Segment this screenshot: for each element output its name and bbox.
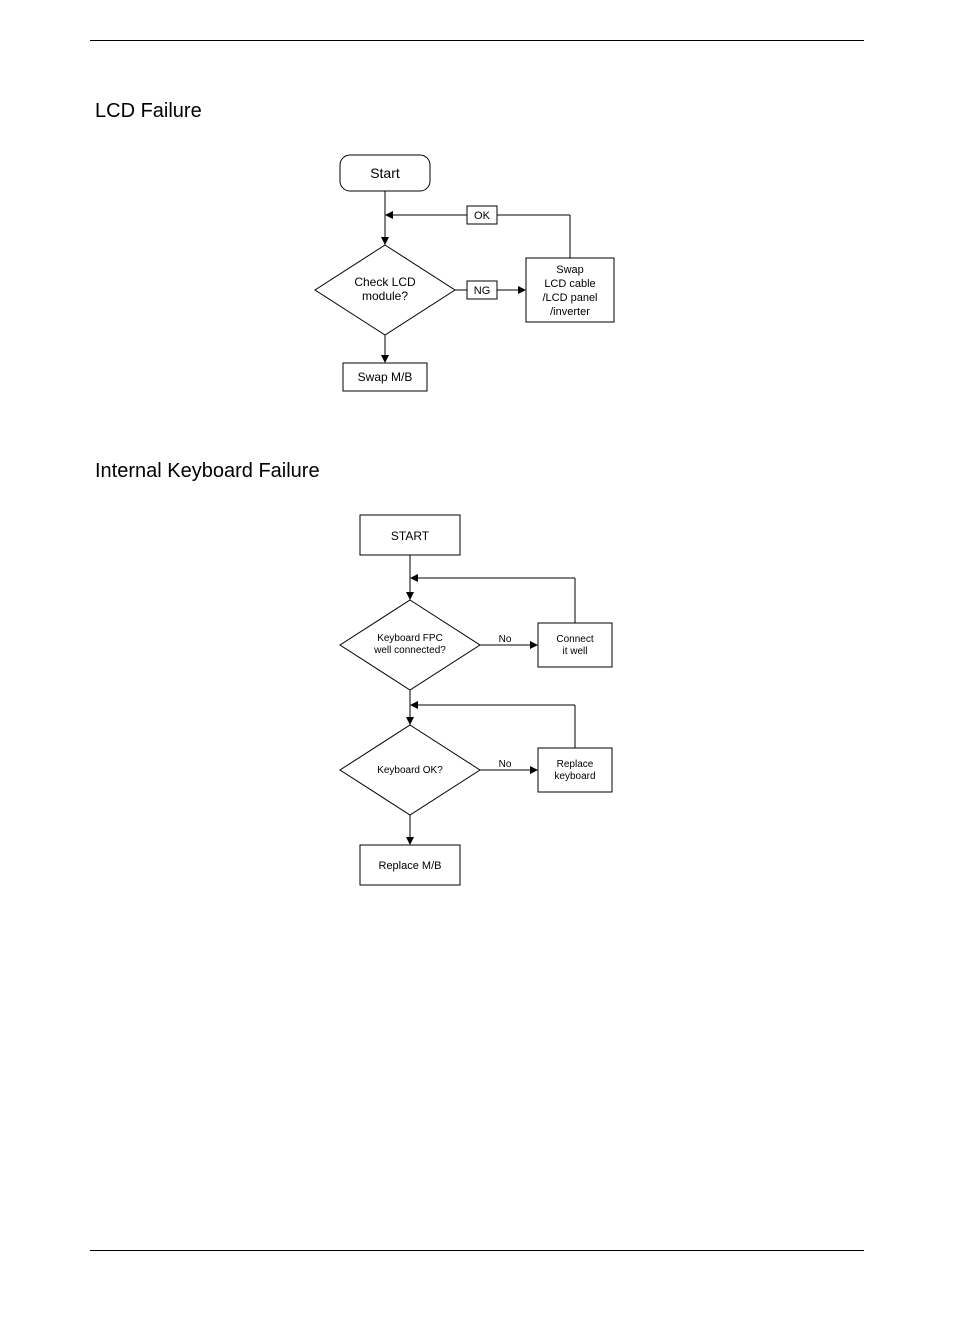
node-connect-l1: Connect bbox=[556, 634, 593, 645]
edge-label-ok: OK bbox=[474, 210, 491, 222]
node-connect bbox=[538, 623, 612, 667]
flowchart-keyboard: START Keyboard FPC well connected? No Co… bbox=[330, 500, 660, 900]
node-connect-l2: it well bbox=[562, 646, 587, 657]
edge-fpc-no: No bbox=[499, 634, 512, 645]
node-replace-kbd bbox=[538, 748, 612, 792]
edge-kbd-no: No bbox=[499, 759, 512, 770]
node-fpc-l2: well connected? bbox=[373, 645, 446, 656]
node-check-lcd-label1: Check LCD bbox=[354, 275, 416, 289]
node-start2-label: START bbox=[391, 529, 430, 543]
node-swap-parts-l3: /LCD panel bbox=[542, 292, 597, 304]
flowchart-lcd: Start OK Check LCD module? NG Swap LCD c… bbox=[300, 140, 660, 400]
page: LCD Failure Start OK Check LCD module? N… bbox=[0, 0, 954, 1336]
node-start-label: Start bbox=[370, 165, 400, 181]
node-kbd-ok-label: Keyboard OK? bbox=[377, 765, 443, 776]
node-swap-parts-l1: Swap bbox=[556, 264, 584, 276]
footer-rule bbox=[90, 1250, 864, 1251]
node-swap-parts-l4: /inverter bbox=[550, 306, 590, 318]
node-check-lcd-label2: module? bbox=[362, 289, 408, 303]
node-swap-parts-l2: LCD cable bbox=[544, 278, 595, 290]
node-replace-kbd-l2: keyboard bbox=[554, 771, 595, 782]
heading-lcd-failure: LCD Failure bbox=[95, 100, 202, 123]
node-swap-mb-label: Swap M/B bbox=[358, 370, 413, 384]
node-fpc-l1: Keyboard FPC bbox=[377, 633, 443, 644]
heading-keyboard-failure: Internal Keyboard Failure bbox=[95, 460, 320, 483]
edge-label-ng: NG bbox=[474, 285, 491, 297]
node-replace-kbd-l1: Replace bbox=[557, 759, 594, 770]
header-rule bbox=[90, 40, 864, 41]
node-replace-mb-label: Replace M/B bbox=[379, 860, 442, 872]
